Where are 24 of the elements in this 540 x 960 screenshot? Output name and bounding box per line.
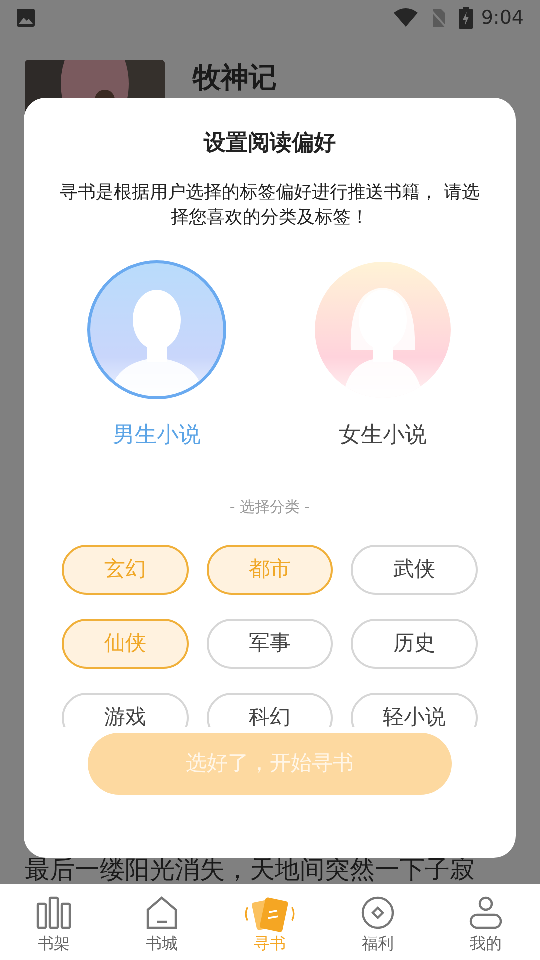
wifi-icon [393,8,420,28]
status-time: 9:04 [481,6,524,31]
category-tag[interactable]: 游戏 [62,692,189,726]
dialog-title: 设置阅读偏好 [204,130,336,158]
tab-bar-item[interactable]: 书城 [108,884,216,960]
bookshelf-icon [36,896,72,930]
dialog-description: 寻书是根据用户选择的标签偏好进行推送书籍， 请选择您喜欢的分类及标签！ [60,181,480,230]
image-icon [16,8,36,28]
tab-bar-item[interactable]: 福利 [324,884,432,960]
tab-bar-item[interactable]: 书架 [0,884,108,960]
tab-bar-item[interactable]: 我的 [432,884,540,960]
house-icon [145,896,179,930]
category-tag[interactable]: 科幻 [206,692,334,726]
person-icon [469,896,503,930]
coin-icon [361,896,395,930]
category-tag[interactable]: 历史 [351,618,478,668]
battery-charging-icon [459,7,474,29]
category-tag[interactable]: 武侠 [351,544,478,594]
book-title: 牧神记 [193,62,277,94]
gender-label[interactable]: 女生小说 [339,422,427,450]
section-label: - 选择分类 - [230,497,310,518]
category-tag[interactable]: 军事 [206,618,334,668]
category-tag[interactable]: 轻小说 [351,692,478,726]
book-excerpt: 最后一缕阳光消失，天地间突然一下子寂 [25,856,475,884]
